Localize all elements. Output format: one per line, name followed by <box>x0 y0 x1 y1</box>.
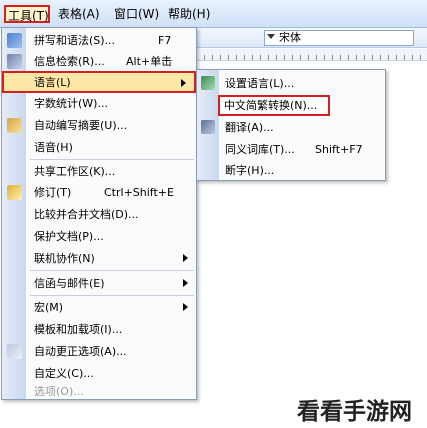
font-value: 宋体 <box>279 31 301 44</box>
tools-menu: 拼写和语法(S)... F7 信息检索(R)... Alt+单击 语言(L) 字… <box>1 27 197 400</box>
menu-window[interactable]: 窗口(W) <box>112 5 161 23</box>
language-submenu: 设置语言(L)... 中文简繁转换(N)... 翻译(A)... 同义词库(T)… <box>196 69 386 181</box>
research-icon <box>7 54 22 69</box>
submenu-item-chinese-conversion[interactable]: 中文简繁转换(N)... <box>218 95 330 116</box>
chevron-right-icon <box>181 79 186 87</box>
menu-item-language[interactable]: 语言(L) <box>2 71 196 93</box>
menu-bar: 工具(T) 表格(A) 窗口(W) 帮助(H) <box>0 0 427 28</box>
submenu-item-set-language[interactable]: 设置语言(L)... <box>197 72 385 94</box>
menu-item-options[interactable]: 选项(O)... <box>2 381 196 402</box>
menu-item-protect-document[interactable]: 保护文档(P)... <box>2 226 196 247</box>
menu-item-autosummarize[interactable]: 自动编写摘要(U)... <box>2 115 196 136</box>
menu-item-macro[interactable]: 宏(M) <box>2 297 196 318</box>
menu-separator <box>30 159 194 160</box>
menu-item-speech[interactable]: 语音(H) <box>2 137 196 158</box>
translate-icon <box>201 120 215 134</box>
menu-separator <box>30 295 194 296</box>
autocorrect-icon <box>7 344 22 359</box>
chevron-right-icon <box>183 254 188 262</box>
menu-item-word-count[interactable]: 字数统计(W)... <box>2 93 196 114</box>
track-changes-icon <box>7 185 22 200</box>
submenu-item-thesaurus[interactable]: 同义词库(T)... Shift+F7 <box>197 138 385 160</box>
menu-item-compare-merge[interactable]: 比较并合并文档(D)... <box>2 204 196 225</box>
globe-icon <box>201 76 215 90</box>
menu-item-research[interactable]: 信息检索(R)... Alt+单击 <box>2 51 196 72</box>
menu-item-track-changes[interactable]: 修订(T) Ctrl+Shift+E <box>2 182 196 203</box>
font-select[interactable]: 宋体 <box>264 30 414 46</box>
autosummarize-icon <box>7 118 22 133</box>
chevron-right-icon <box>183 279 188 287</box>
menu-item-templates-addins[interactable]: 模板和加载项(I)... <box>2 319 196 340</box>
spelling-icon <box>7 33 22 48</box>
menu-item-online-collaboration[interactable]: 联机协作(N) <box>2 248 196 269</box>
chevron-right-icon <box>183 303 188 311</box>
menu-separator <box>30 270 194 271</box>
menu-table[interactable]: 表格(A) <box>56 5 102 23</box>
menu-item-spelling[interactable]: 拼写和语法(S)... F7 <box>2 30 196 51</box>
menu-item-letters-mailings[interactable]: 信函与邮件(E) <box>2 273 196 294</box>
menu-help[interactable]: 帮助(H) <box>166 5 212 23</box>
menu-item-autocorrect[interactable]: 自动更正选项(A)... <box>2 341 196 362</box>
formatting-toolbar: 宋体 <box>196 28 427 48</box>
submenu-item-hyphenation[interactable]: 断字(H)... <box>197 159 385 181</box>
submenu-item-translate[interactable]: 翻译(A)... <box>197 116 385 138</box>
watermark-logo: 看看手游网 <box>297 398 412 425</box>
menu-tools[interactable]: 工具(T) <box>4 5 50 23</box>
ruler <box>196 49 427 61</box>
menu-item-shared-workspace[interactable]: 共享工作区(K)... <box>2 161 196 182</box>
chevron-down-icon[interactable] <box>267 34 275 39</box>
